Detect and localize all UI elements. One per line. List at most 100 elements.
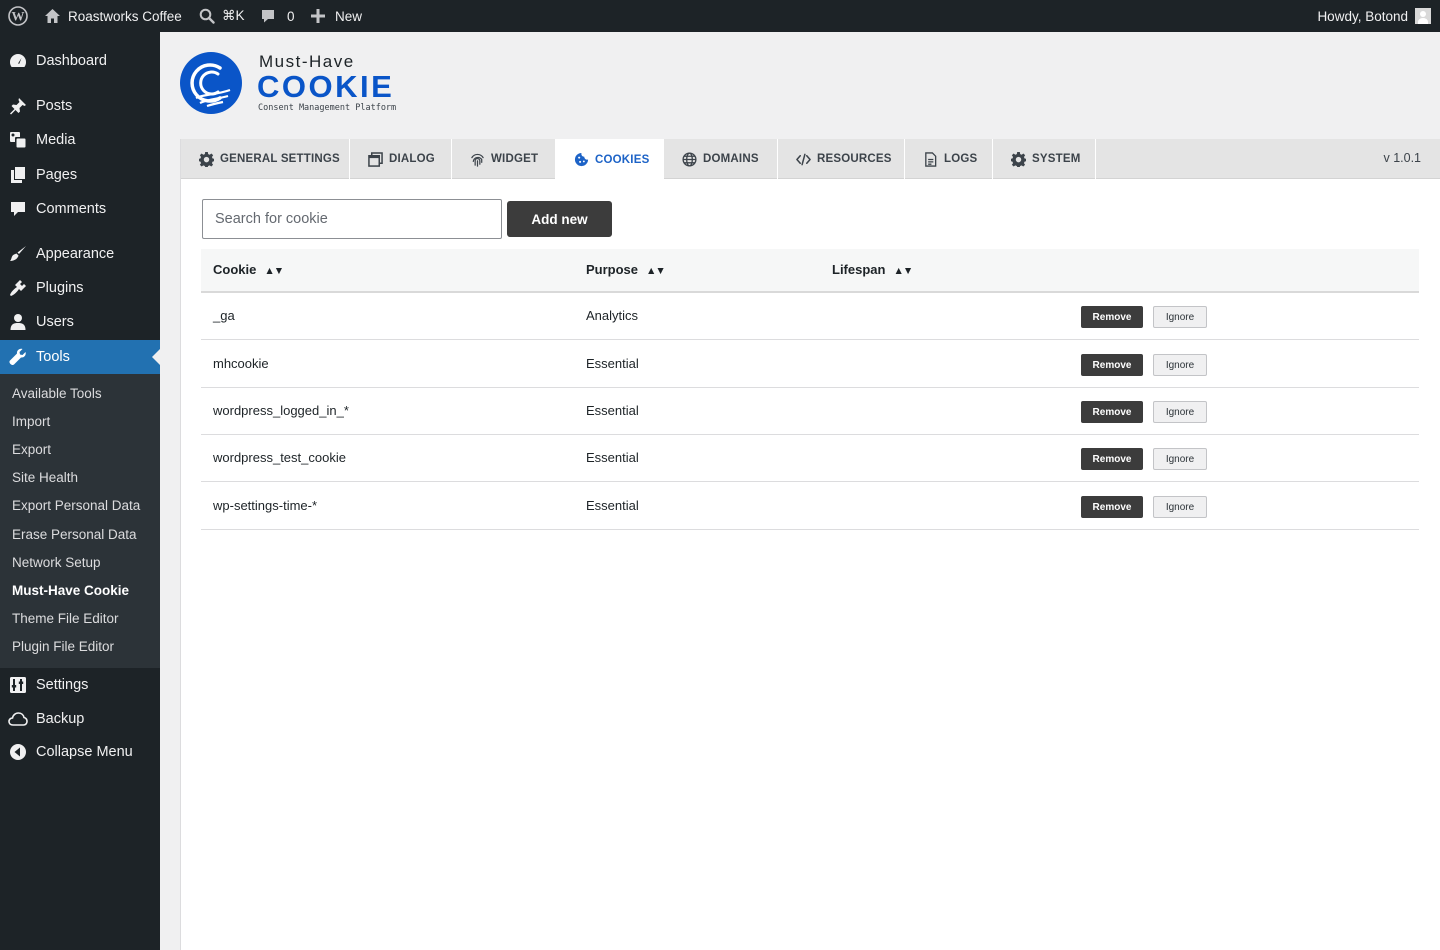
- plugin-icon: [0, 279, 36, 297]
- column-label: Lifespan: [832, 262, 886, 277]
- submenu-must-have-cookie[interactable]: Must-Have Cookie: [12, 581, 129, 601]
- tab-cookies[interactable]: COOKIES: [556, 139, 664, 180]
- submenu-erase-personal-data[interactable]: Erase Personal Data: [12, 525, 137, 545]
- sidebar-item-appearance[interactable]: Appearance: [0, 237, 160, 271]
- dashboard-icon: [0, 52, 36, 70]
- submenu-site-health[interactable]: Site Health: [12, 468, 78, 488]
- tab-label: COOKIES: [595, 153, 650, 166]
- tab-domains[interactable]: DOMAINS: [664, 139, 778, 179]
- fingerprint-icon: [471, 153, 484, 167]
- add-new-button[interactable]: Add new: [507, 201, 612, 237]
- search-icon: [199, 8, 215, 24]
- cookie-name: wp-settings-time-*: [213, 498, 318, 513]
- search-input[interactable]: [202, 199, 502, 239]
- sidebar-item-pages[interactable]: Pages: [0, 158, 160, 192]
- wrench-icon: [0, 348, 36, 366]
- tab-label: LOGS: [944, 153, 978, 165]
- tab-widget[interactable]: WIDGET: [452, 139, 556, 179]
- plus-icon: [311, 9, 325, 23]
- sidebar-item-settings[interactable]: Settings: [0, 668, 160, 702]
- column-label: Cookie: [213, 262, 257, 277]
- comments-link[interactable]: 0: [260, 0, 295, 32]
- submenu-network-setup[interactable]: Network Setup: [12, 553, 101, 573]
- cookie-logo-icon: [180, 52, 242, 114]
- ignore-button[interactable]: Ignore: [1153, 401, 1207, 423]
- sidebar-item-label: Pages: [36, 167, 78, 183]
- tab-dialog[interactable]: DIALOG: [350, 139, 452, 179]
- sidebar-item-comments[interactable]: Comments: [0, 192, 160, 226]
- tab-label: DOMAINS: [703, 153, 759, 165]
- code-icon: [796, 153, 811, 165]
- cookie-name: mhcookie: [213, 356, 269, 371]
- cookie-purpose: Analytics: [586, 308, 639, 323]
- submenu-export-personal-data[interactable]: Export Personal Data: [12, 496, 140, 516]
- search-shortcut[interactable]: ⌘K: [199, 0, 245, 32]
- gear-icon: [199, 151, 214, 167]
- column-purpose[interactable]: Purpose ▲▼: [586, 262, 666, 277]
- gear-icon: [1011, 151, 1026, 167]
- sidebar-item-label: Collapse Menu: [36, 744, 133, 760]
- column-cookie[interactable]: Cookie ▲▼: [213, 262, 284, 277]
- submenu-plugin-file-editor[interactable]: Plugin File Editor: [12, 637, 114, 657]
- sidebar-item-tools[interactable]: Tools: [0, 340, 160, 374]
- table-row: _ga Analytics Remove Ignore: [201, 293, 1419, 340]
- sidebar-item-backup[interactable]: Backup: [0, 702, 160, 736]
- tab-logs[interactable]: LOGS: [905, 139, 993, 179]
- paintbrush-icon: [0, 245, 36, 263]
- media-icon: [0, 131, 36, 149]
- tab-label: DIALOG: [389, 153, 435, 165]
- user-icon: [0, 313, 36, 331]
- ignore-button[interactable]: Ignore: [1153, 354, 1207, 376]
- submenu-import[interactable]: Import: [12, 412, 50, 432]
- cookie-name: wordpress_test_cookie: [213, 450, 346, 465]
- table-row: wp-settings-time-* Essential Remove Igno…: [201, 483, 1419, 530]
- sidebar-item-label: Users: [36, 314, 74, 330]
- site-name-link[interactable]: Roastworks Coffee: [44, 0, 182, 32]
- sidebar-item-dashboard[interactable]: Dashboard: [0, 44, 160, 78]
- sidebar-item-label: Appearance: [36, 246, 115, 262]
- ignore-button[interactable]: Ignore: [1153, 496, 1207, 518]
- remove-button[interactable]: Remove: [1081, 354, 1143, 376]
- remove-button[interactable]: Remove: [1081, 306, 1143, 328]
- tab-system[interactable]: SYSTEM: [993, 139, 1096, 179]
- remove-button[interactable]: Remove: [1081, 496, 1143, 518]
- submenu-theme-file-editor[interactable]: Theme File Editor: [12, 609, 119, 629]
- new-content-link[interactable]: New: [311, 0, 362, 32]
- document-icon: [925, 151, 937, 167]
- wordpress-logo-icon[interactable]: W: [8, 0, 28, 32]
- sidebar-item-label: Dashboard: [36, 53, 107, 69]
- ignore-button[interactable]: Ignore: [1153, 306, 1207, 328]
- remove-button[interactable]: Remove: [1081, 448, 1143, 470]
- column-lifespan[interactable]: Lifespan ▲▼: [832, 262, 913, 277]
- site-name: Roastworks Coffee: [68, 8, 182, 24]
- sidebar-item-label: Media: [36, 132, 76, 148]
- submenu-available-tools[interactable]: Available Tools: [12, 384, 102, 404]
- account-menu[interactable]: Howdy, Botond: [1317, 0, 1431, 32]
- comments-count: 0: [287, 8, 295, 24]
- cloud-icon: [0, 711, 36, 727]
- cookie-purpose: Essential: [586, 498, 639, 513]
- remove-button[interactable]: Remove: [1081, 401, 1143, 423]
- greeting: Howdy, Botond: [1317, 8, 1408, 24]
- tab-resources[interactable]: RESOURCES: [778, 139, 905, 179]
- home-icon: [45, 9, 60, 23]
- sidebar-item-plugins[interactable]: Plugins: [0, 271, 160, 305]
- table-row: wordpress_logged_in_* Essential Remove I…: [201, 388, 1419, 435]
- ignore-button[interactable]: Ignore: [1153, 448, 1207, 470]
- submenu-export[interactable]: Export: [12, 440, 51, 460]
- collapse-menu-button[interactable]: Collapse Menu: [0, 735, 160, 769]
- tab-label: GENERAL SETTINGS: [220, 153, 340, 165]
- admin-sidebar: Dashboard Posts Media Pages Comments App…: [0, 32, 160, 950]
- tools-submenu: Available Tools Import Export Site Healt…: [0, 374, 160, 668]
- sidebar-item-label: Tools: [36, 349, 70, 365]
- comment-icon: [0, 200, 36, 218]
- cookie-icon: [574, 152, 589, 167]
- tab-general-settings[interactable]: GENERAL SETTINGS: [181, 139, 350, 179]
- settings-icon: [0, 676, 36, 694]
- sidebar-item-posts[interactable]: Posts: [0, 89, 160, 123]
- sidebar-item-media[interactable]: Media: [0, 123, 160, 157]
- tab-bar: GENERAL SETTINGS DIALOG WIDGET COOKIES D…: [181, 139, 1440, 180]
- sidebar-item-users[interactable]: Users: [0, 305, 160, 339]
- tab-label: WIDGET: [491, 153, 539, 165]
- pin-icon: [0, 97, 36, 115]
